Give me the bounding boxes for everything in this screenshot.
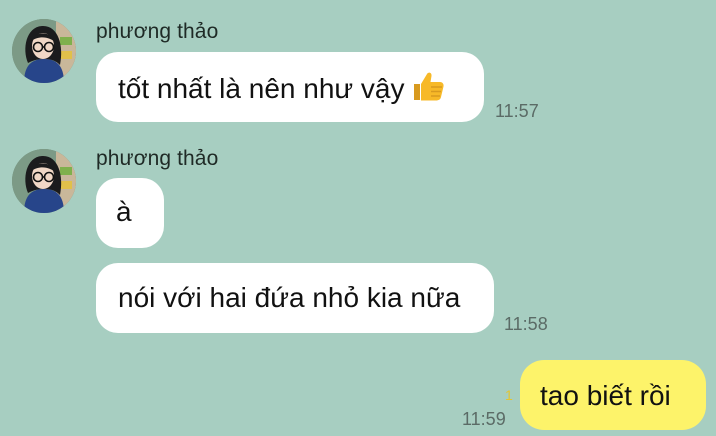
message-bubble[interactable]: tốt nhất là nên như vậy: [96, 52, 484, 122]
sender-name: phương thảo: [96, 20, 219, 43]
message-time: 11:57: [495, 101, 539, 121]
message-text: à: [116, 196, 132, 227]
message-time: 11:59: [462, 409, 506, 429]
chat-window: phương thảo tốt nhất là nên như vậy 11:5…: [0, 0, 716, 436]
avatar[interactable]: [12, 149, 76, 213]
message-text: nói với hai đứa nhỏ kia nữa: [118, 282, 461, 313]
message-text: tao biết rồi: [540, 380, 671, 411]
message-time: 11:58: [504, 314, 548, 334]
message-bubble[interactable]: nói với hai đứa nhỏ kia nữa: [96, 263, 494, 333]
avatar-photo-icon: [12, 19, 76, 83]
read-count: 1: [505, 387, 513, 403]
thumbs-up-icon: [411, 70, 445, 110]
message-text: tốt nhất là nên như vậy: [118, 73, 405, 104]
avatar-photo-icon: [12, 149, 76, 213]
avatar[interactable]: [12, 19, 76, 83]
message-bubble[interactable]: à: [96, 178, 164, 248]
sender-name: phương thảo: [96, 147, 219, 170]
outgoing-message-bubble[interactable]: tao biết rồi: [520, 360, 706, 430]
